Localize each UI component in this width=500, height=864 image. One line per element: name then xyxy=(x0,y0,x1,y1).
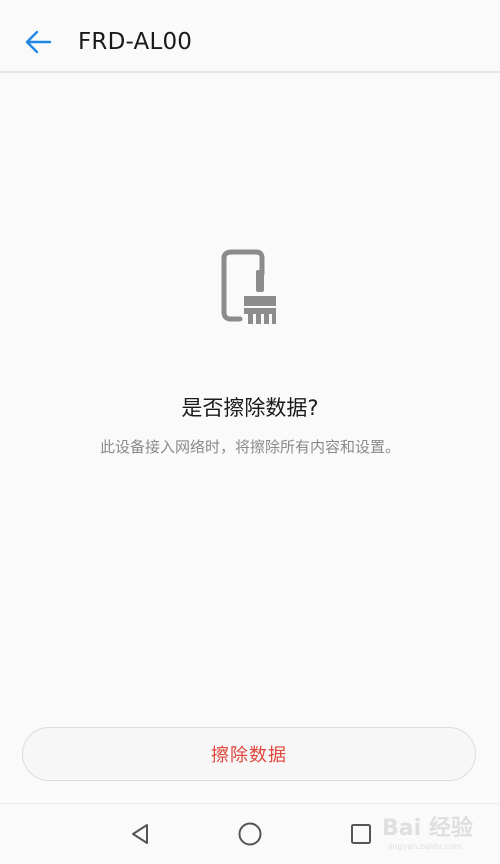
page-title: FRD-AL00 xyxy=(78,29,193,55)
nav-back-button[interactable] xyxy=(126,820,154,848)
header-divider xyxy=(0,71,500,73)
phone-broom-icon xyxy=(218,248,284,328)
erase-data-label: 擦除数据 xyxy=(211,745,287,766)
watermark-logo-text: Bai 经验 xyxy=(382,816,473,841)
erase-question: 是否擦除数据? xyxy=(181,396,319,420)
erase-data-button[interactable]: 擦除数据 xyxy=(22,727,476,781)
watermark-url: jingyan.baidu.com xyxy=(388,842,462,851)
nav-home-button[interactable] xyxy=(236,820,264,848)
nav-home-circle-icon xyxy=(238,822,262,846)
app-header: FRD-AL00 xyxy=(0,0,500,73)
nav-recent-button[interactable] xyxy=(347,820,375,848)
nav-back-triangle-icon xyxy=(132,824,148,844)
nav-recent-square-icon xyxy=(351,824,371,844)
arrow-left-icon xyxy=(25,30,52,54)
baidu-jingyan-watermark: Bai 经验 jingyan.baidu.com xyxy=(380,806,498,856)
erase-description: 此设备接入网络时，将擦除所有内容和设置。 xyxy=(99,438,400,456)
back-button[interactable] xyxy=(18,22,58,62)
